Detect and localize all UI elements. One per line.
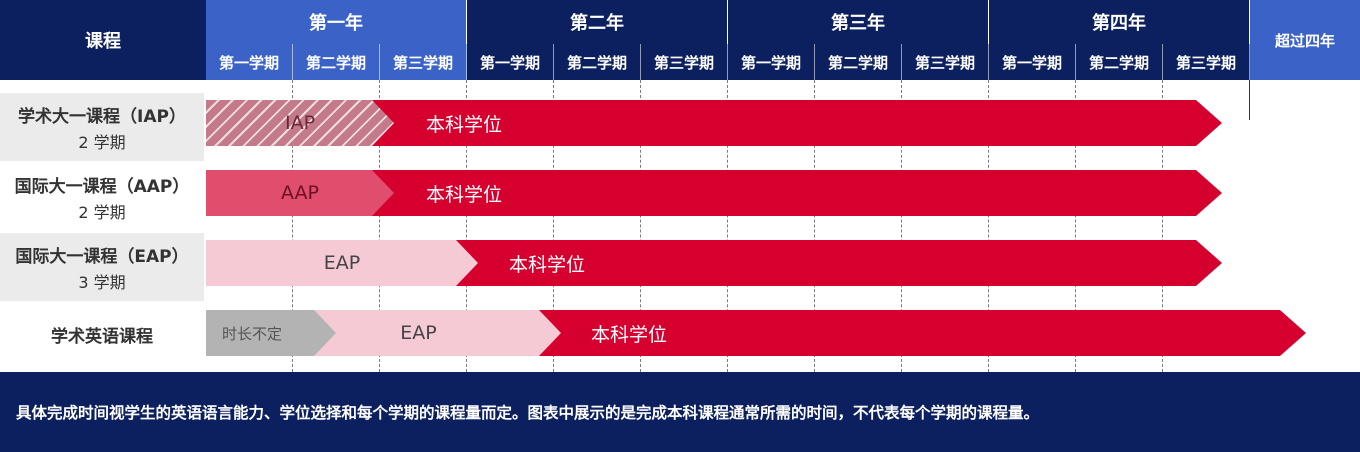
course-name: 学术英语课程 bbox=[51, 326, 153, 347]
degree-label: 本科学位 bbox=[591, 323, 668, 346]
footer-text: 具体完成时间视学生的英语语言能力、学位选择和每个学期的课程量而定。图表中展示的是… bbox=[16, 404, 1040, 422]
eap-segment: EAP bbox=[206, 240, 478, 286]
course-duration: 3 学期 bbox=[78, 272, 126, 292]
semester-header: 第二学期 bbox=[815, 44, 902, 80]
aap-segment: AAP bbox=[206, 170, 394, 216]
year-3-header: 第三年 bbox=[728, 0, 989, 44]
course-duration: 2 学期 bbox=[78, 202, 126, 222]
course-name: 国际大一课程（EAP） bbox=[15, 246, 189, 267]
eap-label: EAP bbox=[400, 322, 437, 344]
semester-header: 第一学期 bbox=[728, 44, 815, 80]
semester-header: 第一学期 bbox=[467, 44, 554, 80]
iap-label: IAP bbox=[284, 112, 316, 134]
timeline-header: 课程 第一年 第二年 第三年 第四年 第一学期 第二学期 第三学期 第一学期 第… bbox=[0, 0, 1360, 80]
degree-label: 本科学位 bbox=[426, 113, 503, 136]
row-label-academic-english: 学术英语课程 bbox=[0, 300, 204, 368]
semester-header: 第三学期 bbox=[641, 44, 728, 80]
semester-header: 第三学期 bbox=[902, 44, 989, 80]
semester-header: 第一学期 bbox=[206, 44, 293, 80]
variable-duration-segment: 时长不定 bbox=[206, 310, 336, 356]
variable-duration-label: 时长不定 bbox=[222, 324, 283, 343]
beyond-divider bbox=[1249, 80, 1250, 120]
degree-label: 本科学位 bbox=[426, 183, 503, 206]
semester-header: 第二学期 bbox=[1076, 44, 1163, 80]
beyond-four-years-header: 超过四年 bbox=[1250, 0, 1360, 80]
course-duration: 2 学期 bbox=[78, 132, 126, 152]
year-1-header: 第一年 bbox=[206, 0, 467, 44]
row-label-iap: 学术大一课程（IAP） 2 学期 bbox=[0, 93, 204, 161]
course-column-header: 课程 bbox=[85, 31, 121, 52]
year-4-header: 第四年 bbox=[989, 0, 1250, 44]
semester-header: 第三学期 bbox=[1163, 44, 1250, 80]
row-label-eap: 国际大一课程（EAP） 3 学期 bbox=[0, 233, 204, 301]
semester-header: 第一学期 bbox=[989, 44, 1076, 80]
course-name: 学术大一课程（IAP） bbox=[18, 106, 186, 127]
footer-note: 具体完成时间视学生的英语语言能力、学位选择和每个学期的课程量而定。图表中展示的是… bbox=[0, 372, 1360, 452]
aap-label: AAP bbox=[281, 182, 319, 204]
semester-header: 第二学期 bbox=[293, 44, 380, 80]
year-2-header: 第二年 bbox=[467, 0, 728, 44]
row-label-aap: 国际大一课程（AAP） 2 学期 bbox=[0, 163, 204, 231]
degree-label: 本科学位 bbox=[509, 253, 586, 276]
course-name: 国际大一课程（AAP） bbox=[14, 176, 190, 197]
iap-segment: IAP bbox=[206, 100, 394, 146]
eap-label: EAP bbox=[323, 252, 361, 274]
semester-header: 第二学期 bbox=[554, 44, 641, 80]
semester-header: 第三学期 bbox=[380, 44, 467, 80]
